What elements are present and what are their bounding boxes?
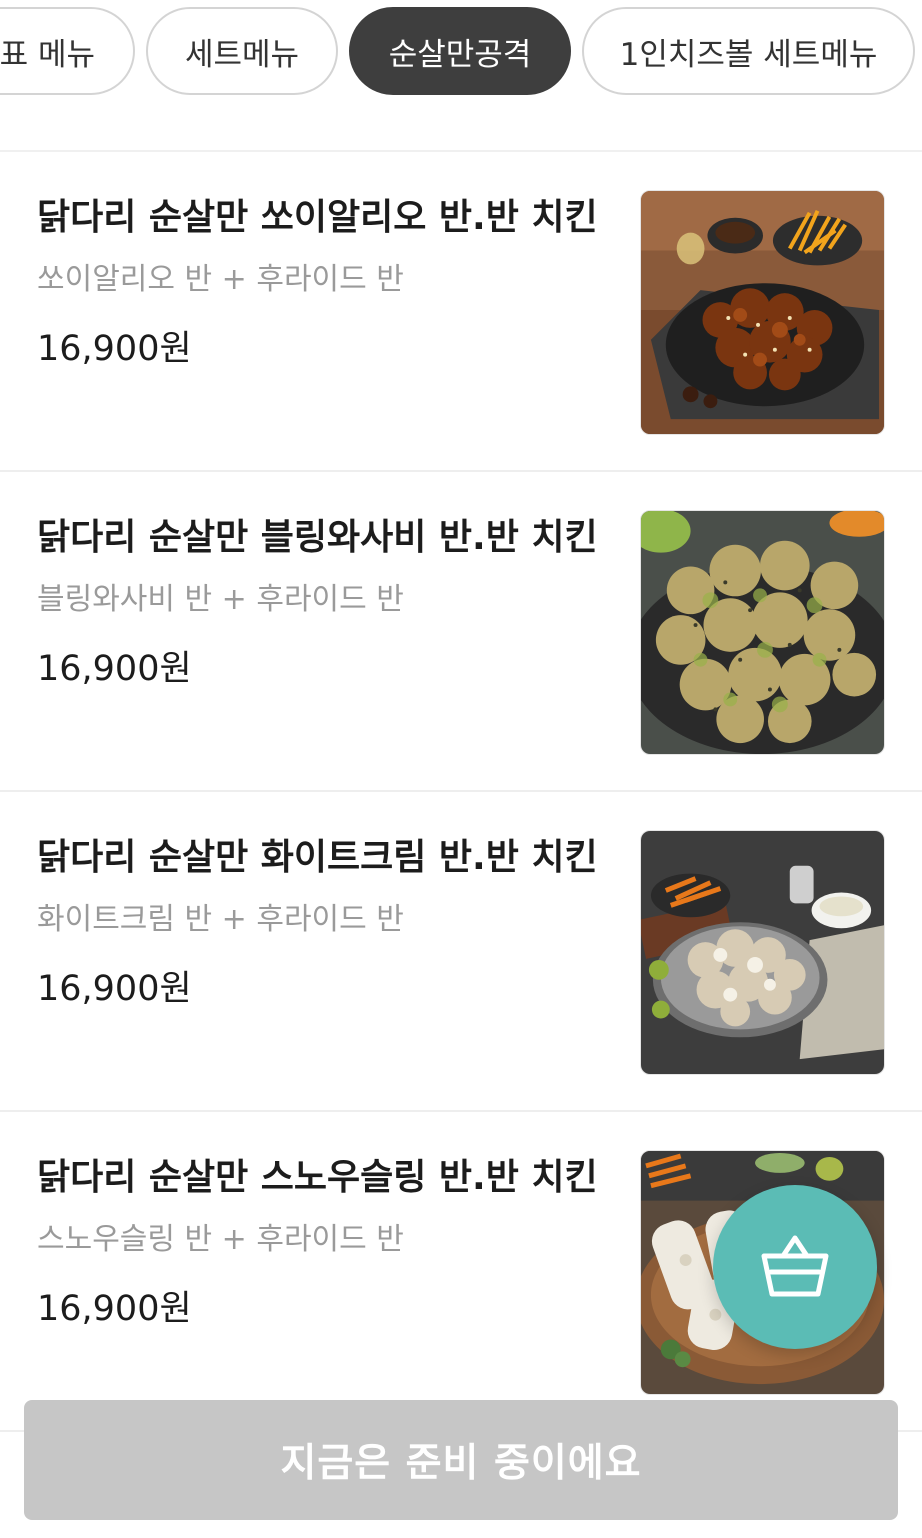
tab-signature-menu[interactable]: 대표 메뉴 — [0, 7, 135, 95]
menu-item-description: 쏘이알리오 반 + 후라이드 반 — [37, 262, 404, 297]
shopping-basket-icon — [761, 1235, 829, 1297]
white-cream-chicken-image — [641, 831, 884, 1074]
bling-wasabi-chicken-image — [641, 511, 884, 754]
menu-item-name: 닭다리 순살만 스노우슬링 반.반 치킨 — [37, 1157, 598, 1198]
menu-item-name: 닭다리 순살만 쏘이알리오 반.반 치킨 — [37, 197, 598, 238]
category-tabs: 대표 메뉴 세트메뉴 순살만공격 1인치즈볼 세트메뉴 — [0, 0, 922, 150]
menu-item-description: 블링와사비 반 + 후라이드 반 — [37, 582, 404, 617]
soy-aglio-chicken-photo[interactable] — [640, 190, 885, 435]
bling-wasabi-chicken-photo[interactable] — [640, 510, 885, 755]
tab-label: 세트메뉴 — [184, 36, 300, 73]
menu-page: 대표 메뉴 세트메뉴 순살만공격 1인치즈볼 세트메뉴 닭다리 순살만 쏘이알리… — [0, 0, 922, 1538]
tab-set-menu[interactable]: 세트메뉴 — [146, 7, 338, 95]
menu-item[interactable]: 닭다리 순살만 블링와사비 반.반 치킨 블링와사비 반 + 후라이드 반 16… — [0, 472, 922, 792]
menu-item-name: 닭다리 순살만 블링와사비 반.반 치킨 — [37, 517, 598, 558]
menu-item-price: 16,900원 — [37, 969, 192, 1009]
menu-item-name: 닭다리 순살만 화이트크림 반.반 치킨 — [37, 837, 598, 878]
menu-item[interactable]: 닭다리 순살만 화이트크림 반.반 치킨 화이트크림 반 + 후라이드 반 16… — [0, 792, 922, 1112]
tab-label: 1인치즈볼 세트메뉴 — [619, 36, 878, 73]
tab-boneless-only[interactable]: 순살만공격 — [349, 7, 571, 95]
tab-label: 순살만공격 — [388, 36, 532, 73]
white-cream-chicken-photo[interactable] — [640, 830, 885, 1075]
cart-button[interactable] — [713, 1185, 877, 1349]
menu-item-description: 스노우슬링 반 + 후라이드 반 — [37, 1222, 404, 1257]
soy-aglio-chicken-image — [641, 191, 884, 434]
tab-label: 대표 메뉴 — [0, 36, 95, 73]
tab-cheeseball-set-menu[interactable]: 1인치즈볼 세트메뉴 — [582, 7, 915, 95]
menu-item-price: 16,900원 — [37, 649, 192, 689]
menu-item-description: 화이트크림 반 + 후라이드 반 — [37, 902, 404, 937]
menu-item-price: 16,900원 — [37, 1289, 192, 1329]
order-button-disabled[interactable]: 지금은 준비 중이에요 — [24, 1400, 898, 1520]
order-button-label: 지금은 준비 중이에요 — [280, 1441, 642, 1486]
menu-item[interactable]: 닭다리 순살만 쏘이알리오 반.반 치킨 쏘이알리오 반 + 후라이드 반 16… — [0, 152, 922, 472]
menu-item-price: 16,900원 — [37, 329, 192, 369]
